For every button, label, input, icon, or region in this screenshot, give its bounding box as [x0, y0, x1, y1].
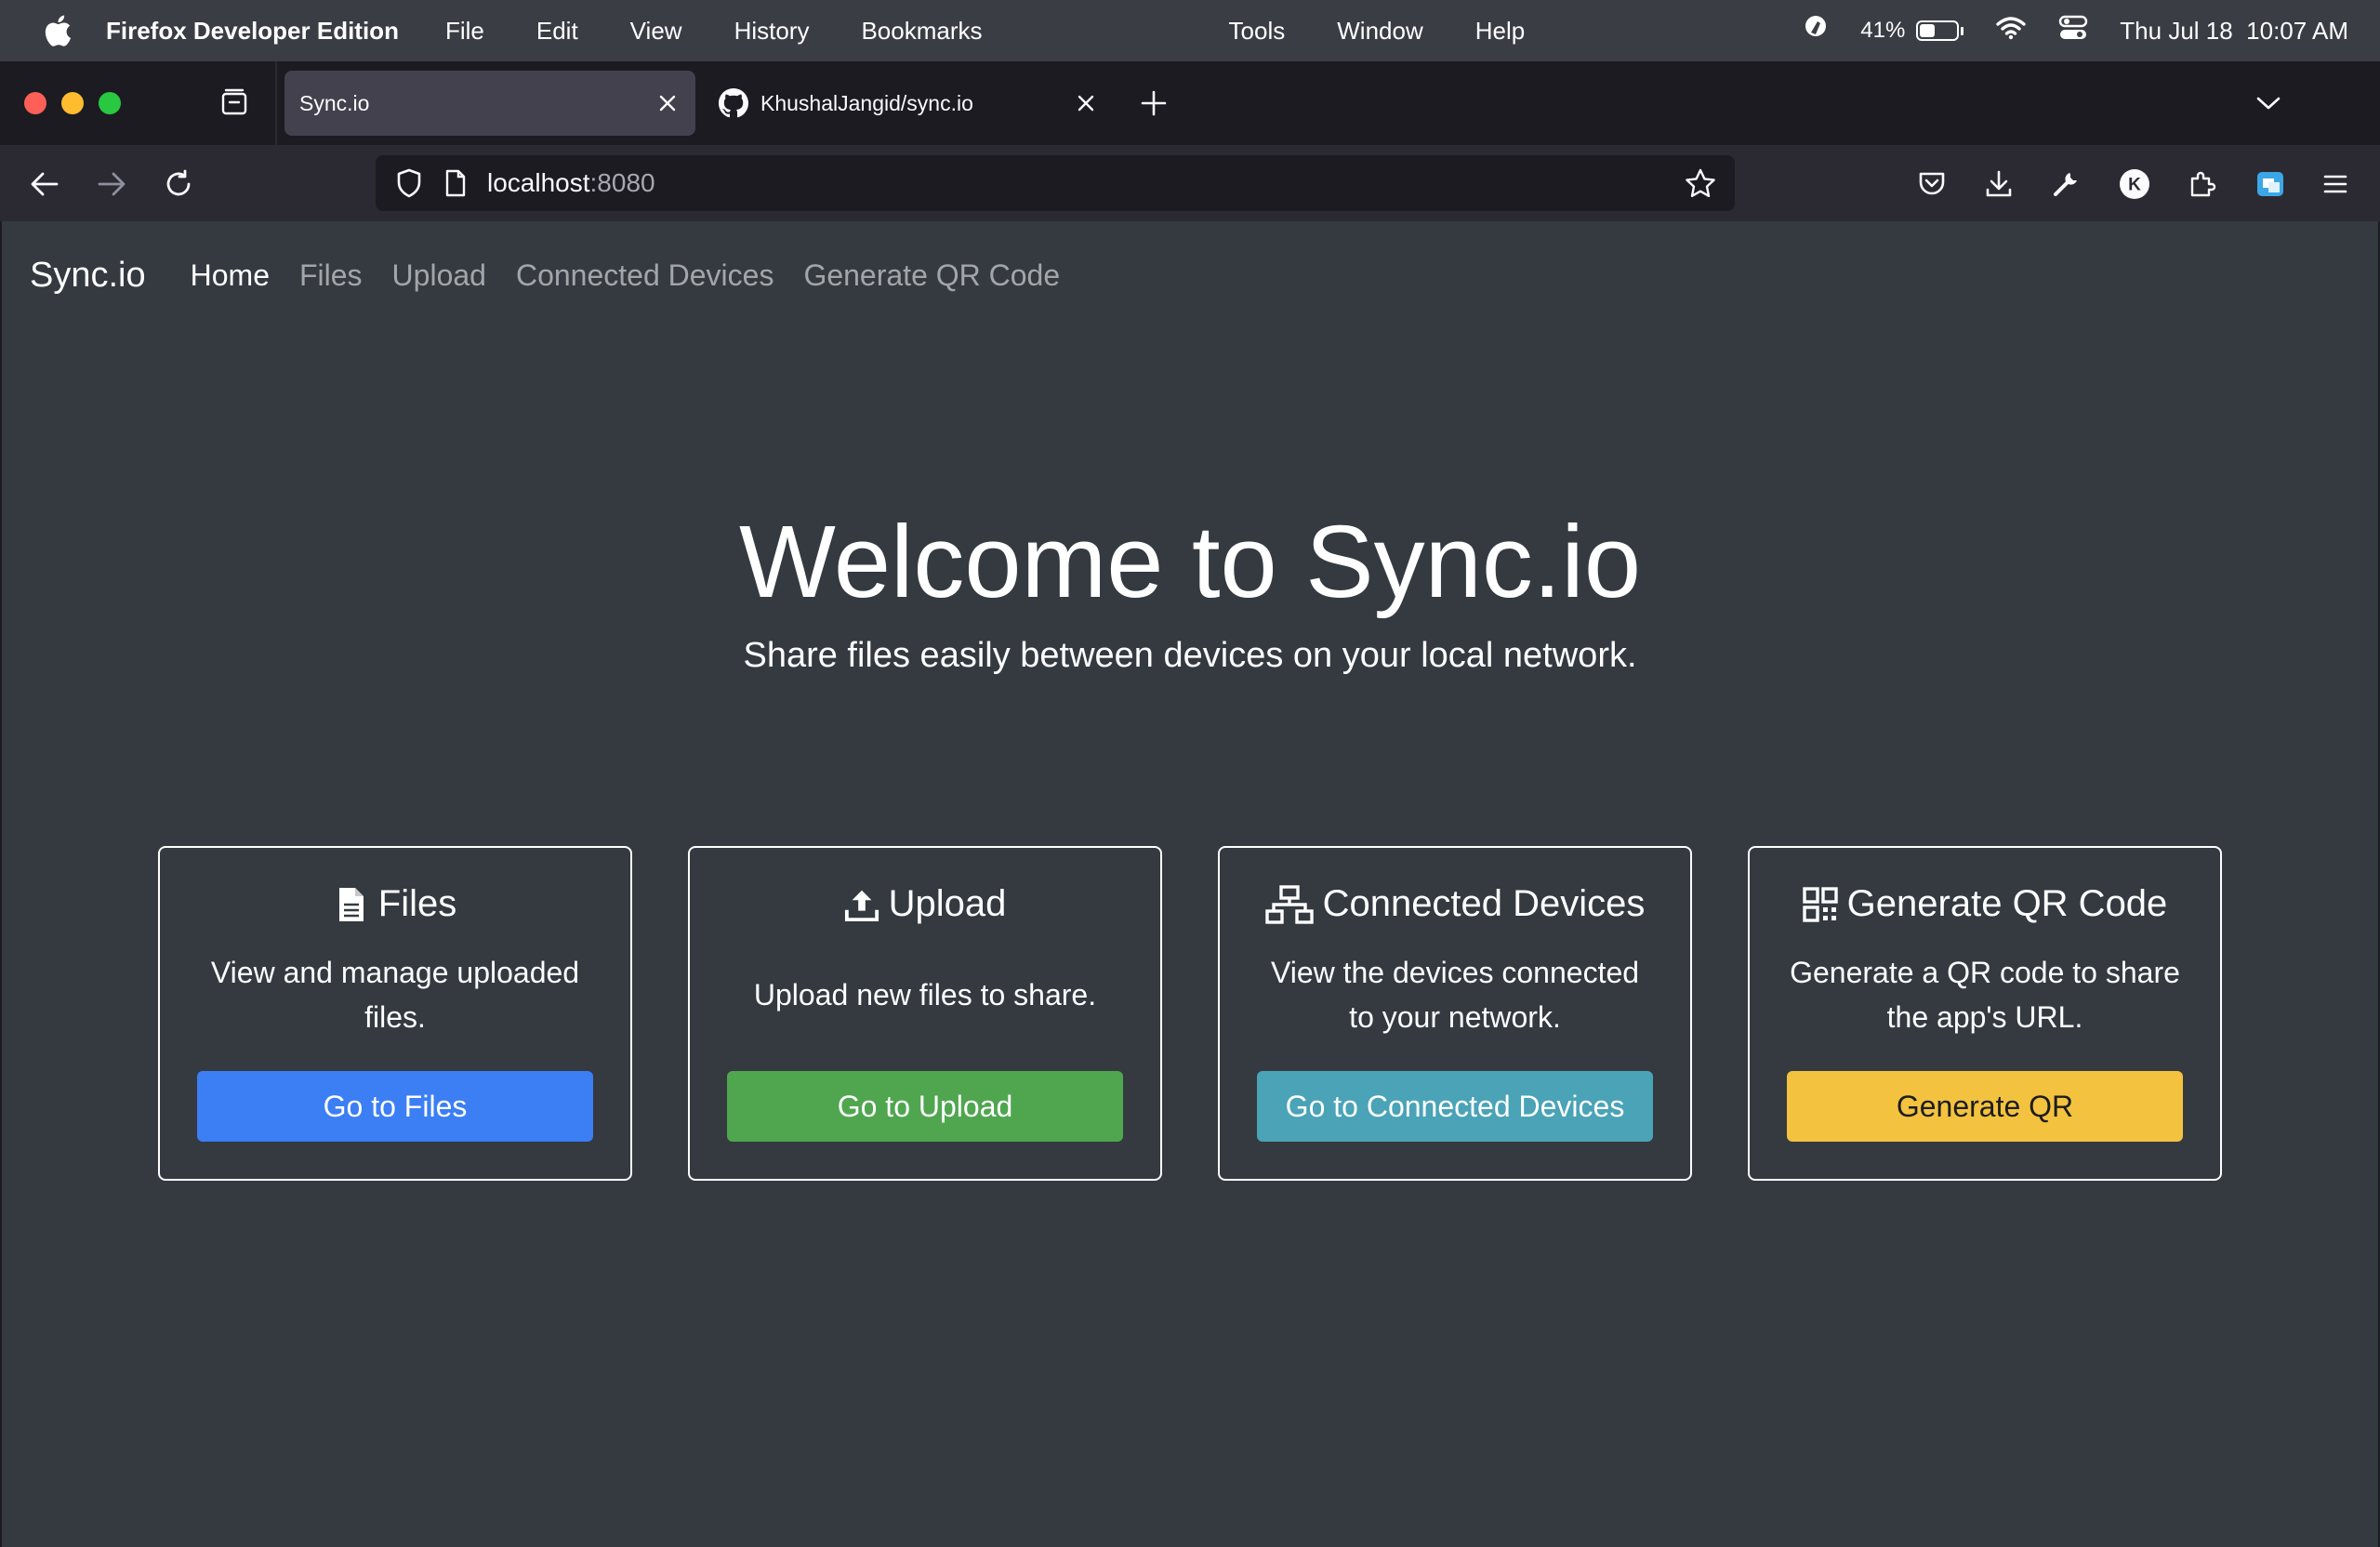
card-header: Generate QR Code	[1750, 883, 2220, 925]
close-window-button[interactable]	[24, 92, 46, 114]
card-upload: Upload Upload new files to share. Go to …	[688, 846, 1162, 1181]
menu-help[interactable]: Help	[1475, 17, 1525, 46]
back-arrow-icon[interactable]	[24, 164, 65, 205]
battery-icon	[1916, 20, 1960, 41]
file-icon	[334, 885, 369, 924]
close-tab-icon[interactable]	[1069, 86, 1103, 120]
pocket-icon[interactable]	[1911, 164, 1952, 205]
menu-edit[interactable]: Edit	[536, 17, 578, 46]
apple-icon[interactable]	[41, 14, 74, 47]
tracking-protection-shield-icon[interactable]	[392, 166, 426, 200]
go-to-files-button[interactable]: Go to Files	[197, 1071, 593, 1142]
menu-history[interactable]: History	[734, 17, 810, 46]
nav-link-generate-qr[interactable]: Generate QR Code	[803, 258, 1060, 293]
menu-clock[interactable]: Thu Jul 18 10:07 AM	[2120, 17, 2348, 46]
status-app-icon[interactable]	[1803, 14, 1829, 48]
status-area: 41% Thu Jul 18 10:07 AM	[1771, 14, 2348, 48]
menu-file[interactable]: File	[445, 17, 484, 46]
menu-bookmarks[interactable]: Bookmarks	[861, 17, 982, 46]
card-title: Upload	[888, 883, 1007, 924]
card-text: View the devices connected to your netwo…	[1270, 956, 1640, 1034]
generate-qr-button[interactable]: Generate QR	[1787, 1071, 2183, 1142]
new-tab-plus-icon[interactable]	[1136, 86, 1171, 121]
navigation-toolbar: localhost:8080 K	[0, 145, 2380, 221]
account-avatar-icon[interactable]: K	[2114, 164, 2155, 205]
reload-icon[interactable]	[158, 164, 199, 205]
menu-tools[interactable]: Tools	[1229, 17, 1286, 46]
hero-title: Welcome to Sync.io	[738, 505, 1642, 619]
firefox-view-icon[interactable]	[216, 84, 253, 121]
card-text: Upload new files to share.	[753, 978, 1097, 1012]
battery-fill	[1920, 24, 1936, 37]
card-header: Connected Devices	[1220, 883, 1690, 925]
card-title: Files	[377, 883, 457, 924]
tab-label: Sync.io	[299, 90, 370, 115]
extension-translate-icon[interactable]	[2250, 164, 2291, 205]
go-to-connected-devices-button[interactable]: Go to Connected Devices	[1257, 1071, 1653, 1142]
upload-icon	[844, 885, 879, 924]
url-text[interactable]: localhost:8080	[487, 168, 1683, 198]
nav-link-home[interactable]: Home	[191, 258, 270, 293]
hamburger-menu-icon[interactable]	[2315, 164, 2356, 205]
macos-menu-bar: Firefox Developer Edition File Edit View…	[0, 0, 2380, 61]
hero-subtitle: Share files easily between devices on yo…	[743, 636, 1637, 675]
card-title: Generate QR Code	[1846, 883, 2168, 924]
tab-github[interactable]: KhushalJangid/sync.io	[708, 71, 1114, 136]
close-tab-icon[interactable]	[651, 86, 684, 120]
avatar-initial: K	[2128, 176, 2141, 195]
tab-syncio[interactable]: Sync.io	[284, 71, 695, 136]
url-bar[interactable]: localhost:8080	[376, 155, 1735, 211]
nav-link-connected-devices[interactable]: Connected Devices	[516, 258, 774, 293]
github-icon	[718, 87, 749, 119]
network-icon	[1264, 884, 1314, 924]
maximize-window-button[interactable]	[99, 92, 121, 114]
developer-tools-wrench-icon[interactable]	[2045, 164, 2086, 205]
forward-arrow-icon[interactable]	[91, 164, 132, 205]
qrcode-icon	[1802, 885, 1838, 924]
card-header: Files	[160, 883, 630, 925]
extensions-puzzle-icon[interactable]	[2181, 164, 2222, 205]
url-port: :8080	[589, 168, 655, 197]
list-all-tabs-chevron-icon[interactable]	[2250, 86, 2287, 121]
url-host: localhost	[487, 168, 590, 197]
battery-percent: 41%	[1860, 18, 1906, 43]
downloads-icon[interactable]	[1978, 164, 2019, 205]
menu-app-name[interactable]: Firefox Developer Edition	[106, 17, 399, 46]
battery-indicator[interactable]: 41%	[1860, 18, 1964, 44]
web-page: Sync.io Home Files Upload Connected Devi…	[2, 221, 2378, 1547]
tab-label: KhushalJangid/sync.io	[760, 90, 973, 115]
window-controls	[24, 92, 136, 114]
tab-separator	[275, 61, 277, 145]
card-files: Files View and manage uploaded files. Go…	[158, 846, 632, 1181]
minimize-window-button[interactable]	[61, 92, 84, 114]
bookmark-star-icon[interactable]	[1683, 165, 1718, 201]
card-text: Generate a QR code to share the app's UR…	[1790, 956, 2180, 1034]
menu-view[interactable]: View	[630, 17, 682, 46]
card-connected-devices: Connected Devices View the devices conne…	[1218, 846, 1692, 1181]
card-generate-qr: Generate QR Code Generate a QR code to s…	[1748, 846, 2222, 1181]
browser-window: Sync.io KhushalJangid/sync.io localhost:…	[0, 61, 2380, 1547]
menu-window[interactable]: Window	[1337, 17, 1422, 46]
card-text: View and manage uploaded files.	[210, 956, 580, 1034]
go-to-upload-button[interactable]: Go to Upload	[727, 1071, 1123, 1142]
control-center-icon[interactable]	[2058, 15, 2088, 47]
tab-bar: Sync.io KhushalJangid/sync.io	[0, 61, 2380, 145]
wifi-icon[interactable]	[1995, 16, 2027, 46]
nav-link-files[interactable]: Files	[299, 258, 363, 293]
nav-link-upload[interactable]: Upload	[392, 258, 486, 293]
site-brand[interactable]: Sync.io	[30, 256, 146, 296]
site-navbar: Sync.io Home Files Upload Connected Devi…	[2, 221, 2378, 329]
page-info-icon[interactable]	[441, 166, 470, 200]
battery-nub	[1961, 26, 1964, 35]
card-title: Connected Devices	[1322, 883, 1646, 924]
card-header: Upload	[690, 883, 1160, 925]
